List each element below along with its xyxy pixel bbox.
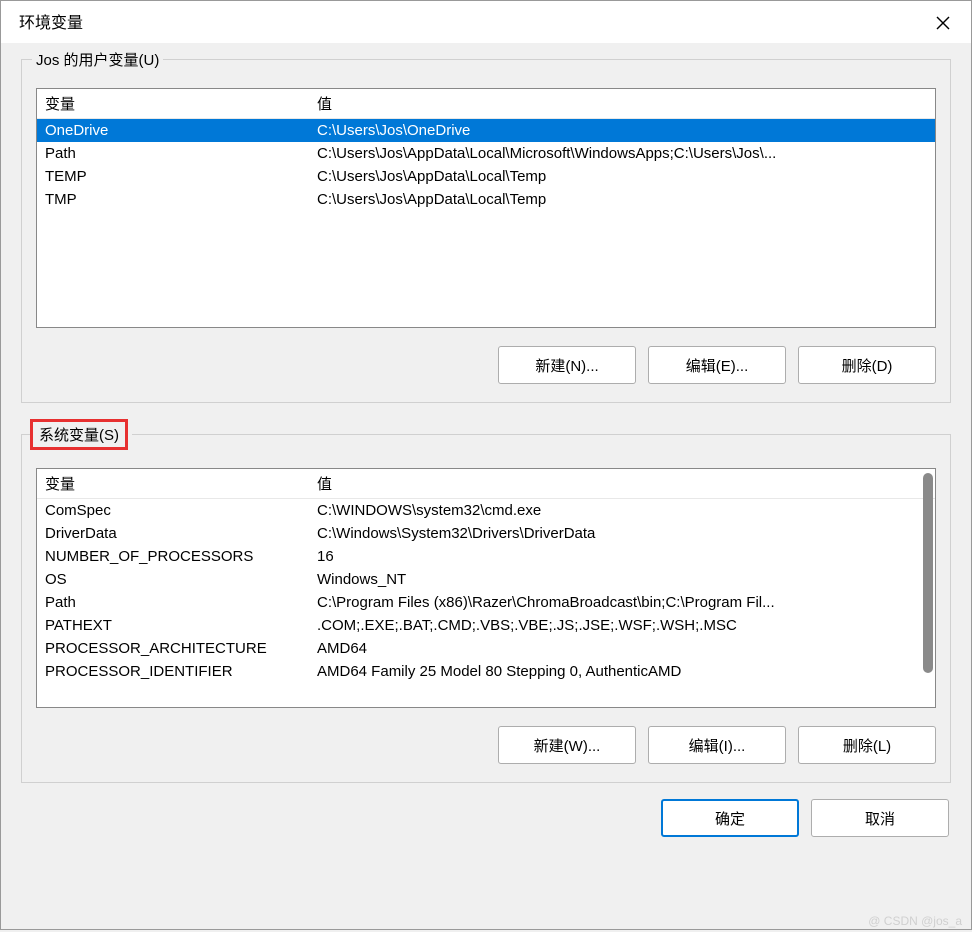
cell-value: .COM;.EXE;.BAT;.CMD;.VBS;.VBE;.JS;.JSE;.… xyxy=(309,614,935,637)
system-vars-legend-highlight: 系统变量(S) xyxy=(30,419,128,450)
cell-value: C:\Users\Jos\AppData\Local\Temp xyxy=(309,165,935,188)
dialog-content: Jos 的用户变量(U) 变量 值 OneDriveC:\Users\Jos\O… xyxy=(1,43,971,929)
user-vars-table[interactable]: 变量 值 OneDriveC:\Users\Jos\OneDrivePathC:… xyxy=(37,89,935,211)
user-vars-legend: Jos 的用户变量(U) xyxy=(32,49,163,70)
system-vars-scrollbar[interactable] xyxy=(923,473,933,673)
ok-button[interactable]: 确定 xyxy=(661,799,799,837)
cell-variable: TEMP xyxy=(37,165,309,188)
system-delete-button[interactable]: 删除(L) xyxy=(798,726,936,764)
table-row[interactable]: TEMPC:\Users\Jos\AppData\Local\Temp xyxy=(37,165,935,188)
titlebar: 环境变量 xyxy=(1,1,971,43)
system-vars-table-wrap: 变量 值 ComSpecC:\WINDOWS\system32\cmd.exeD… xyxy=(36,468,936,708)
system-vars-table[interactable]: 变量 值 ComSpecC:\WINDOWS\system32\cmd.exeD… xyxy=(37,469,935,683)
table-row[interactable]: PathC:\Users\Jos\AppData\Local\Microsoft… xyxy=(37,142,935,165)
cell-variable: Path xyxy=(37,591,309,614)
cell-variable: OS xyxy=(37,568,309,591)
cell-variable: PROCESSOR_ARCHITECTURE xyxy=(37,637,309,660)
cell-variable: DriverData xyxy=(37,522,309,545)
table-row[interactable]: OSWindows_NT xyxy=(37,568,935,591)
user-vars-group: Jos 的用户变量(U) 变量 值 OneDriveC:\Users\Jos\O… xyxy=(21,49,951,403)
col-value[interactable]: 值 xyxy=(309,469,935,499)
cell-variable: Path xyxy=(37,142,309,165)
col-variable[interactable]: 变量 xyxy=(37,469,309,499)
dialog-title: 环境变量 xyxy=(19,9,83,33)
system-vars-legend: 系统变量(S) xyxy=(32,419,132,450)
cell-value: Windows_NT xyxy=(309,568,935,591)
cell-value: C:\Windows\System32\Drivers\DriverData xyxy=(309,522,935,545)
user-edit-button[interactable]: 编辑(E)... xyxy=(648,346,786,384)
col-value[interactable]: 值 xyxy=(309,89,935,119)
system-vars-group: 系统变量(S) 变量 值 ComSpecC:\WINDOWS\system32\… xyxy=(21,419,951,783)
cell-value: C:\Users\Jos\OneDrive xyxy=(309,119,935,143)
env-vars-dialog: 环境变量 Jos 的用户变量(U) 变量 值 OneDriveC:\Users\… xyxy=(0,0,972,930)
cell-value: 16 xyxy=(309,545,935,568)
table-row[interactable]: ComSpecC:\WINDOWS\system32\cmd.exe xyxy=(37,499,935,523)
cell-value: C:\WINDOWS\system32\cmd.exe xyxy=(309,499,935,523)
dialog-footer: 确定 取消 xyxy=(21,799,951,837)
system-new-button[interactable]: 新建(W)... xyxy=(498,726,636,764)
user-new-button[interactable]: 新建(N)... xyxy=(498,346,636,384)
col-variable[interactable]: 变量 xyxy=(37,89,309,119)
system-vars-buttons: 新建(W)... 编辑(I)... 删除(L) xyxy=(36,726,936,764)
table-row[interactable]: NUMBER_OF_PROCESSORS16 xyxy=(37,545,935,568)
table-row[interactable]: DriverDataC:\Windows\System32\Drivers\Dr… xyxy=(37,522,935,545)
cell-value: AMD64 xyxy=(309,637,935,660)
close-icon xyxy=(936,16,950,30)
table-row[interactable]: OneDriveC:\Users\Jos\OneDrive xyxy=(37,119,935,143)
table-row[interactable]: TMPC:\Users\Jos\AppData\Local\Temp xyxy=(37,188,935,211)
table-row[interactable]: PathC:\Program Files (x86)\Razer\ChromaB… xyxy=(37,591,935,614)
table-row[interactable]: PROCESSOR_IDENTIFIERAMD64 Family 25 Mode… xyxy=(37,660,935,683)
cell-variable: ComSpec xyxy=(37,499,309,523)
cell-value: AMD64 Family 25 Model 80 Stepping 0, Aut… xyxy=(309,660,935,683)
cancel-button[interactable]: 取消 xyxy=(811,799,949,837)
cell-variable: TMP xyxy=(37,188,309,211)
cell-value: C:\Users\Jos\AppData\Local\Microsoft\Win… xyxy=(309,142,935,165)
user-delete-button[interactable]: 删除(D) xyxy=(798,346,936,384)
user-vars-table-wrap: 变量 值 OneDriveC:\Users\Jos\OneDrivePathC:… xyxy=(36,88,936,328)
table-row[interactable]: PROCESSOR_ARCHITECTUREAMD64 xyxy=(37,637,935,660)
cell-variable: PATHEXT xyxy=(37,614,309,637)
user-vars-buttons: 新建(N)... 编辑(E)... 删除(D) xyxy=(36,346,936,384)
cell-variable: PROCESSOR_IDENTIFIER xyxy=(37,660,309,683)
cell-variable: NUMBER_OF_PROCESSORS xyxy=(37,545,309,568)
cell-value: C:\Program Files (x86)\Razer\ChromaBroad… xyxy=(309,591,935,614)
table-row[interactable]: PATHEXT.COM;.EXE;.BAT;.CMD;.VBS;.VBE;.JS… xyxy=(37,614,935,637)
system-edit-button[interactable]: 编辑(I)... xyxy=(648,726,786,764)
cell-value: C:\Users\Jos\AppData\Local\Temp xyxy=(309,188,935,211)
cell-variable: OneDrive xyxy=(37,119,309,143)
close-button[interactable] xyxy=(929,9,957,37)
